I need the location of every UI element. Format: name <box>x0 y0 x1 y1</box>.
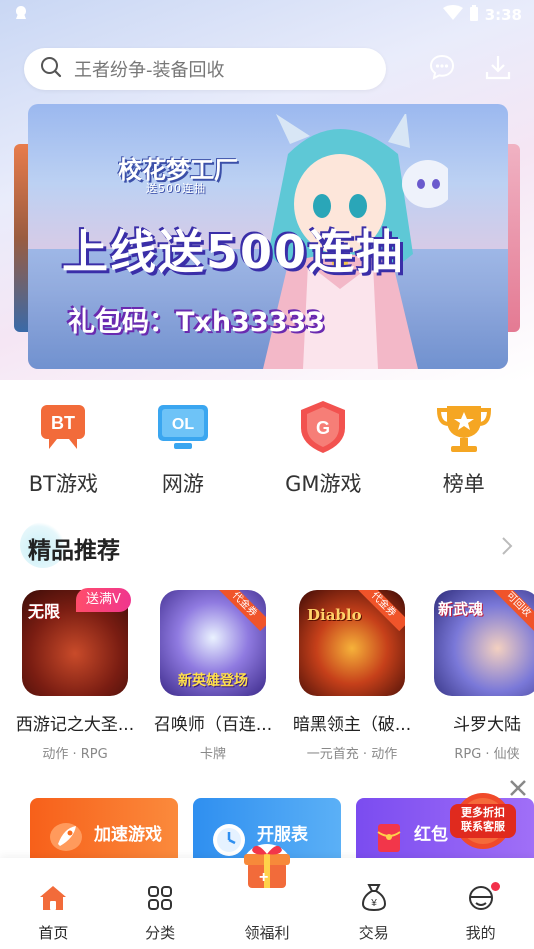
game-tags: 一元首充 · 动作 <box>306 747 398 762</box>
section-title: 精品推荐 <box>28 538 120 564</box>
game-name: 召唤师（百连... <box>153 715 273 735</box>
category-bt-games[interactable]: BT BT游戏 <box>14 398 113 498</box>
voucher-corner-tag: 代金券 <box>356 590 405 632</box>
category-online-games[interactable]: OL 网游 <box>113 398 253 498</box>
game-tags: 动作 · RPG <box>42 747 108 762</box>
grid-icon <box>146 884 174 916</box>
nav-category[interactable]: 分类 <box>115 884 205 943</box>
voucher-corner-tag: 代金券 <box>217 590 266 632</box>
game-card[interactable]: 可回收 新武魂 斗罗大陆 RPG · 仙侠 <box>422 590 534 762</box>
category-label: 榜单 <box>442 472 485 496</box>
nav-label: 首页 <box>38 924 69 942</box>
bt-icon: BT <box>34 398 92 456</box>
status-bar: 3:38 <box>0 0 534 30</box>
game-list: 无限 西游记之大圣... 动作 · RPG 代金券 新英雄登场 召唤师（百连..… <box>0 590 534 770</box>
game-card[interactable]: 代金券 Diablo 暗黑领主（破... 一元首充 · 动作 <box>287 590 417 762</box>
nav-label: 分类 <box>145 924 176 942</box>
game-name: 西游记之大圣... <box>15 715 135 735</box>
game-icon-label: 新英雄登场 <box>178 673 248 689</box>
search-placeholder: 王者纷争-装备回收 <box>74 60 225 81</box>
chevron-right-icon[interactable] <box>500 535 514 561</box>
notification-dot <box>490 882 500 891</box>
banner-next-peek[interactable] <box>506 144 520 332</box>
money-bag-icon: ¥ <box>360 882 388 916</box>
vip-badge: 送满V <box>76 588 131 612</box>
svg-text:G: G <box>316 418 330 438</box>
game-tags: RPG · 仙侠 <box>454 747 520 762</box>
game-card[interactable]: 无限 西游记之大圣... 动作 · RPG <box>10 590 140 762</box>
svg-text:OL: OL <box>172 416 194 433</box>
game-icon-label: Diablo <box>307 606 362 624</box>
service-line1: 更多折扣 <box>461 806 505 819</box>
quick-card-label: 加速游戏 <box>94 825 162 845</box>
trophy-icon <box>435 398 493 456</box>
banner-logo-subtitle: 送500连抽 <box>146 182 206 195</box>
red-packet-icon <box>372 820 406 858</box>
search-row: 王者纷争-装备回收 <box>24 47 514 91</box>
category-label: 网游 <box>161 472 204 496</box>
category-label: BT游戏 <box>28 472 98 496</box>
ol-monitor-icon: OL <box>154 398 212 456</box>
home-icon <box>38 884 68 916</box>
game-icon: 代金券 新英雄登场 <box>160 590 266 696</box>
category-row: BT BT游戏 OL 网游 G GM游戏 榜单 <box>0 398 534 498</box>
nav-welfare[interactable]: 领福利 <box>222 888 312 943</box>
game-tags: 卡牌 <box>199 747 226 762</box>
banner-slide[interactable]: 校花梦工厂 送500连抽 上线送500连抽 礼包码：Txh33333 <box>28 104 508 369</box>
download-icon[interactable] <box>484 53 512 85</box>
nav-profile[interactable]: 我的 <box>436 882 526 943</box>
game-icon: 代金券 Diablo <box>299 590 405 696</box>
gm-shield-icon: G <box>294 398 352 456</box>
nav-label: 交易 <box>358 924 389 942</box>
svg-text:+: + <box>259 869 268 886</box>
game-icon-label: 新武魂 <box>438 600 484 618</box>
battery-icon <box>469 5 479 25</box>
nav-label: 我的 <box>465 924 496 942</box>
category-label: GM游戏 <box>285 472 362 496</box>
quick-card-label: 红包 <box>414 825 448 845</box>
banner-headline: 上线送500连抽 <box>62 225 405 279</box>
game-icon: 可回收 新武魂 <box>434 590 534 696</box>
status-time: 3:38 <box>484 6 522 24</box>
nav-label: 领福利 <box>244 924 290 942</box>
nav-home[interactable]: 首页 <box>8 884 98 943</box>
game-name: 斗罗大陆 <box>453 715 521 735</box>
category-gm-games[interactable]: G GM游戏 <box>253 398 393 498</box>
game-card[interactable]: 代金券 新英雄登场 召唤师（百连... 卡牌 <box>148 590 278 762</box>
svg-text:¥: ¥ <box>370 898 377 909</box>
category-rankings[interactable]: 榜单 <box>394 398 534 498</box>
service-line2: 联系客服 <box>461 820 505 833</box>
gift-icon[interactable]: + <box>234 836 300 896</box>
message-icon[interactable] <box>428 53 456 85</box>
quick-card-speedup[interactable]: 加速游戏 <box>30 798 178 858</box>
search-bar[interactable]: 王者纷争-装备回收 <box>24 48 386 90</box>
recyclable-corner-tag: 可回收 <box>491 590 534 632</box>
search-icon <box>40 56 62 82</box>
game-icon-label: 无限 <box>28 602 61 621</box>
game-name: 暗黑领主（破... <box>292 715 412 735</box>
recommend-section-header: 精品推荐 <box>20 522 514 568</box>
banner-carousel[interactable]: 校花梦工厂 送500连抽 上线送500连抽 礼包码：Txh33333 <box>14 104 520 370</box>
banner-gift-code: 礼包码：Txh33333 <box>68 307 325 338</box>
nav-trade[interactable]: ¥ 交易 <box>329 882 419 943</box>
rocket-icon <box>46 820 86 858</box>
svg-text:BT: BT <box>51 413 75 433</box>
floating-customer-service[interactable]: 更多折扣 联系客服 <box>446 790 520 852</box>
notification-icon <box>12 4 30 26</box>
wifi-icon <box>442 5 463 25</box>
